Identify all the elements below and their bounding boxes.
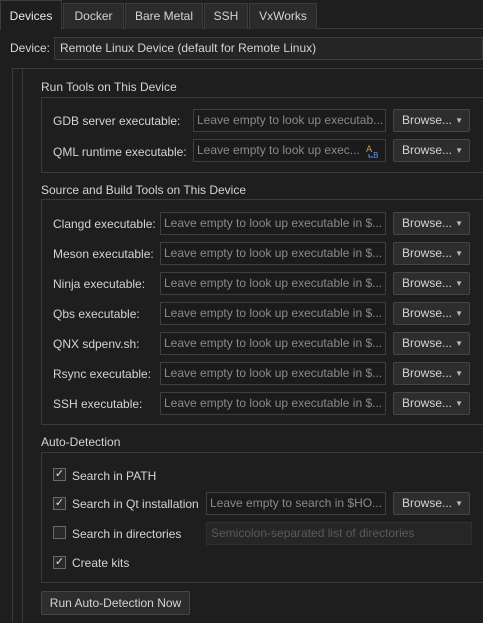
chevron-down-icon: ▼ bbox=[455, 399, 463, 408]
gdb-server-input[interactable]: Leave empty to look up executab... bbox=[193, 109, 386, 132]
create-kits-checkbox[interactable]: ✓ bbox=[53, 556, 66, 569]
clangd-input[interactable]: Leave empty to look up executable in $..… bbox=[160, 212, 386, 235]
search-dirs-checkbox[interactable] bbox=[53, 526, 66, 539]
clangd-browse-button[interactable]: Browse... ▼ bbox=[393, 212, 470, 235]
svg-text:B: B bbox=[373, 151, 379, 159]
ninja-browse-button[interactable]: Browse... ▼ bbox=[393, 272, 470, 295]
meson-input[interactable]: Leave empty to look up executable in $..… bbox=[160, 242, 386, 265]
qnx-sdpenv-label: QNX sdpenv.sh: bbox=[53, 337, 140, 351]
group-title-source-tools: Source and Build Tools on This Device bbox=[41, 183, 247, 197]
tab-devices[interactable]: Devices bbox=[0, 0, 62, 30]
chevron-down-icon: ▼ bbox=[455, 369, 463, 378]
chevron-down-icon: ▼ bbox=[455, 219, 463, 228]
browse-label: Browse... bbox=[402, 306, 453, 320]
device-select[interactable]: Remote Linux Device (default for Remote … bbox=[54, 37, 483, 60]
qml-runtime-browse-button[interactable]: Browse... ▼ bbox=[393, 139, 470, 162]
gdb-server-browse-button[interactable]: Browse... ▼ bbox=[393, 109, 470, 132]
run-auto-detection-button[interactable]: Run Auto-Detection Now bbox=[41, 591, 190, 615]
browse-label: Browse... bbox=[402, 276, 453, 290]
ssh-input[interactable]: Leave empty to look up executable in $..… bbox=[160, 392, 386, 415]
browse-label: Browse... bbox=[402, 216, 453, 230]
gdb-server-label: GDB server executable: bbox=[53, 114, 181, 128]
tab-vxworks[interactable]: VxWorks bbox=[249, 3, 317, 29]
browse-label: Browse... bbox=[402, 496, 453, 510]
tab-ssh[interactable]: SSH bbox=[204, 3, 248, 29]
chevron-down-icon: ▼ bbox=[455, 339, 463, 348]
tab-bar: Devices Docker Bare Metal SSH VxWorks bbox=[0, 0, 483, 30]
browse-label: Browse... bbox=[402, 143, 453, 157]
browse-label: Browse... bbox=[402, 336, 453, 350]
ninja-label: Ninja executable: bbox=[53, 277, 146, 291]
chevron-down-icon: ▼ bbox=[455, 116, 463, 125]
group-title-auto-detection: Auto-Detection bbox=[41, 435, 121, 449]
qt-installation-browse-button[interactable]: Browse... ▼ bbox=[393, 492, 470, 515]
chevron-down-icon: ▼ bbox=[455, 249, 463, 258]
qbs-label: Qbs executable: bbox=[53, 307, 140, 321]
qbs-browse-button[interactable]: Browse... ▼ bbox=[393, 302, 470, 325]
search-dirs-label[interactable]: Search in directories bbox=[72, 527, 181, 541]
chevron-down-icon: ▼ bbox=[455, 309, 463, 318]
chevron-down-icon: ▼ bbox=[455, 499, 463, 508]
ssh-label: SSH executable: bbox=[53, 397, 143, 411]
meson-browse-button[interactable]: Browse... ▼ bbox=[393, 242, 470, 265]
rsync-browse-button[interactable]: Browse... ▼ bbox=[393, 362, 470, 385]
browse-label: Browse... bbox=[402, 246, 453, 260]
search-path-label[interactable]: Search in PATH bbox=[72, 469, 156, 483]
chevron-down-icon: ▼ bbox=[455, 146, 463, 155]
browse-label: Browse... bbox=[402, 113, 453, 127]
qnx-sdpenv-input[interactable]: Leave empty to look up executable in $..… bbox=[160, 332, 386, 355]
checkmark-icon: ✓ bbox=[54, 497, 65, 509]
qnx-sdpenv-browse-button[interactable]: Browse... ▼ bbox=[393, 332, 470, 355]
svg-text:A: A bbox=[366, 145, 373, 155]
browse-label: Browse... bbox=[402, 396, 453, 410]
qbs-input[interactable]: Leave empty to look up executable in $..… bbox=[160, 302, 386, 325]
device-label: Device: bbox=[10, 41, 51, 55]
search-qt-checkbox[interactable]: ✓ bbox=[53, 497, 66, 510]
checkmark-icon: ✓ bbox=[54, 556, 65, 568]
directories-input: Semicolon-separated list of directories bbox=[206, 522, 472, 545]
search-qt-label[interactable]: Search in Qt installation bbox=[72, 497, 199, 511]
variable-icon[interactable]: A B bbox=[365, 143, 381, 159]
group-title-run-tools: Run Tools on This Device bbox=[41, 80, 177, 94]
search-path-checkbox[interactable]: ✓ bbox=[53, 468, 66, 481]
chevron-down-icon: ▼ bbox=[455, 279, 463, 288]
rsync-input[interactable]: Leave empty to look up executable in $..… bbox=[160, 362, 386, 385]
rsync-label: Rsync executable: bbox=[53, 367, 152, 381]
tab-docker[interactable]: Docker bbox=[63, 3, 124, 29]
ninja-input[interactable]: Leave empty to look up executable in $..… bbox=[160, 272, 386, 295]
ssh-browse-button[interactable]: Browse... ▼ bbox=[393, 392, 470, 415]
qt-installation-input[interactable]: Leave empty to search in $HO... bbox=[206, 492, 386, 515]
tab-bare-metal[interactable]: Bare Metal bbox=[125, 3, 203, 29]
create-kits-label[interactable]: Create kits bbox=[72, 556, 129, 570]
meson-label: Meson executable: bbox=[53, 247, 154, 261]
qml-runtime-label: QML runtime executable: bbox=[53, 145, 187, 159]
checkmark-icon: ✓ bbox=[54, 468, 65, 480]
clangd-label: Clangd executable: bbox=[53, 217, 156, 231]
browse-label: Browse... bbox=[402, 366, 453, 380]
qml-runtime-input[interactable]: Leave empty to look up exec... bbox=[193, 139, 386, 162]
